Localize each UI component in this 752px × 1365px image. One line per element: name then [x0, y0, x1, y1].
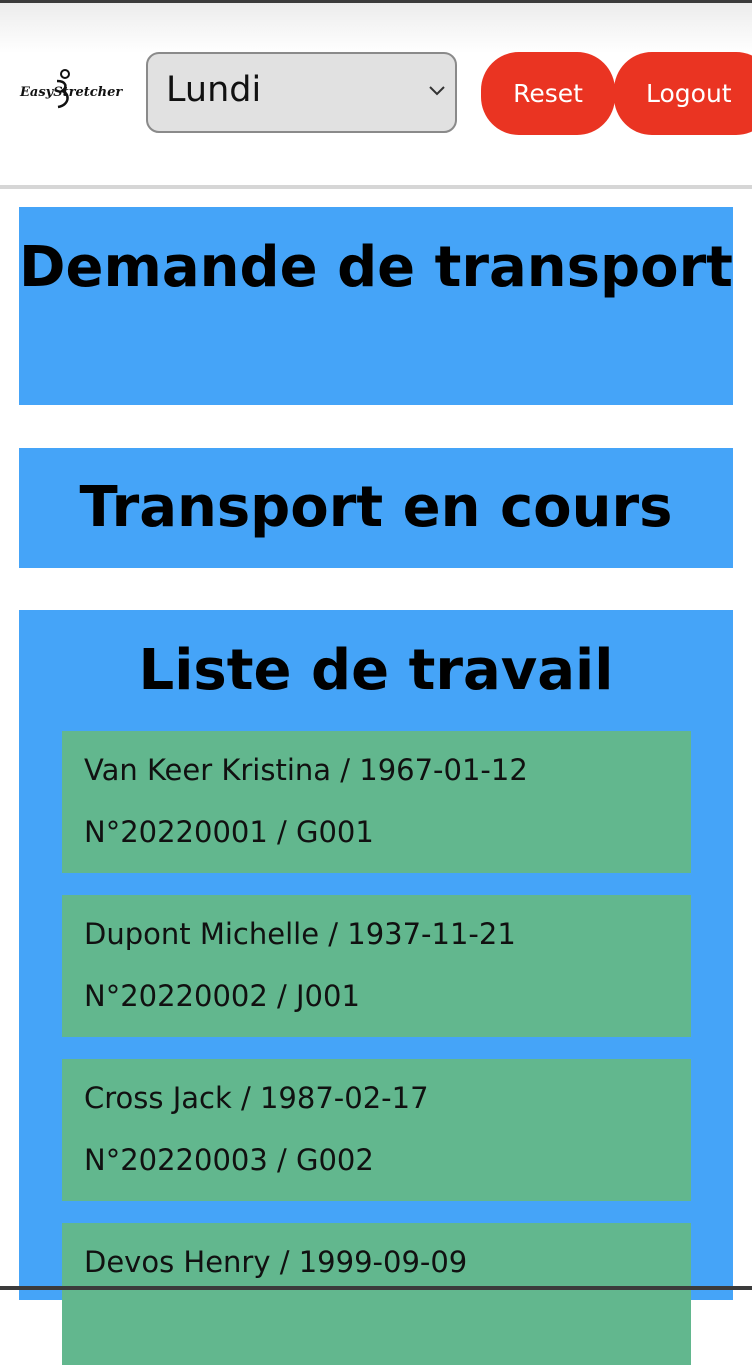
worklist-item[interactable]: Devos Henry / 1999-09-09 [62, 1223, 691, 1365]
chevron-down-icon [429, 86, 445, 96]
patient-number-room: N°20220001 / G001 [84, 815, 374, 849]
patient-name-dob: Van Keer Kristina / 1967-01-12 [84, 753, 528, 787]
day-select[interactable]: Lundi [146, 52, 457, 133]
window-bottom-border [0, 1286, 752, 1290]
patient-number-room: N°20220002 / J001 [84, 979, 360, 1013]
app-header: EasyStretcher Lundi Reset Logout [0, 3, 752, 185]
transport-in-progress-section[interactable]: Transport en cours [19, 448, 733, 568]
worklist-item[interactable]: Van Keer Kristina / 1967-01-12 N°2022000… [62, 731, 691, 873]
patient-name-dob: Dupont Michelle / 1937-11-21 [84, 917, 516, 951]
worklist-item[interactable]: Dupont Michelle / 1937-11-21 N°20220002 … [62, 895, 691, 1037]
app-logo[interactable]: EasyStretcher [20, 69, 144, 113]
transport-request-section[interactable]: Demande de transport [19, 207, 733, 405]
wheelchair-logo-icon [56, 69, 70, 109]
logout-button[interactable]: Logout [614, 52, 752, 135]
worklist-section: Liste de travail Van Keer Kristina / 196… [19, 610, 733, 1365]
patient-name-dob: Cross Jack / 1987-02-17 [84, 1081, 429, 1115]
transport-in-progress-title: Transport en cours [79, 475, 673, 540]
patient-number-room: N°20220003 / G002 [84, 1143, 374, 1177]
transport-request-title: Demande de transport [19, 235, 733, 300]
day-select-value: Lundi [166, 70, 262, 110]
worklist-title: Liste de travail [138, 638, 614, 703]
worklist-item[interactable]: Cross Jack / 1987-02-17 N°20220003 / G00… [62, 1059, 691, 1201]
reset-button[interactable]: Reset [481, 52, 615, 135]
patient-name-dob: Devos Henry / 1999-09-09 [84, 1245, 468, 1279]
header-divider [0, 185, 752, 189]
